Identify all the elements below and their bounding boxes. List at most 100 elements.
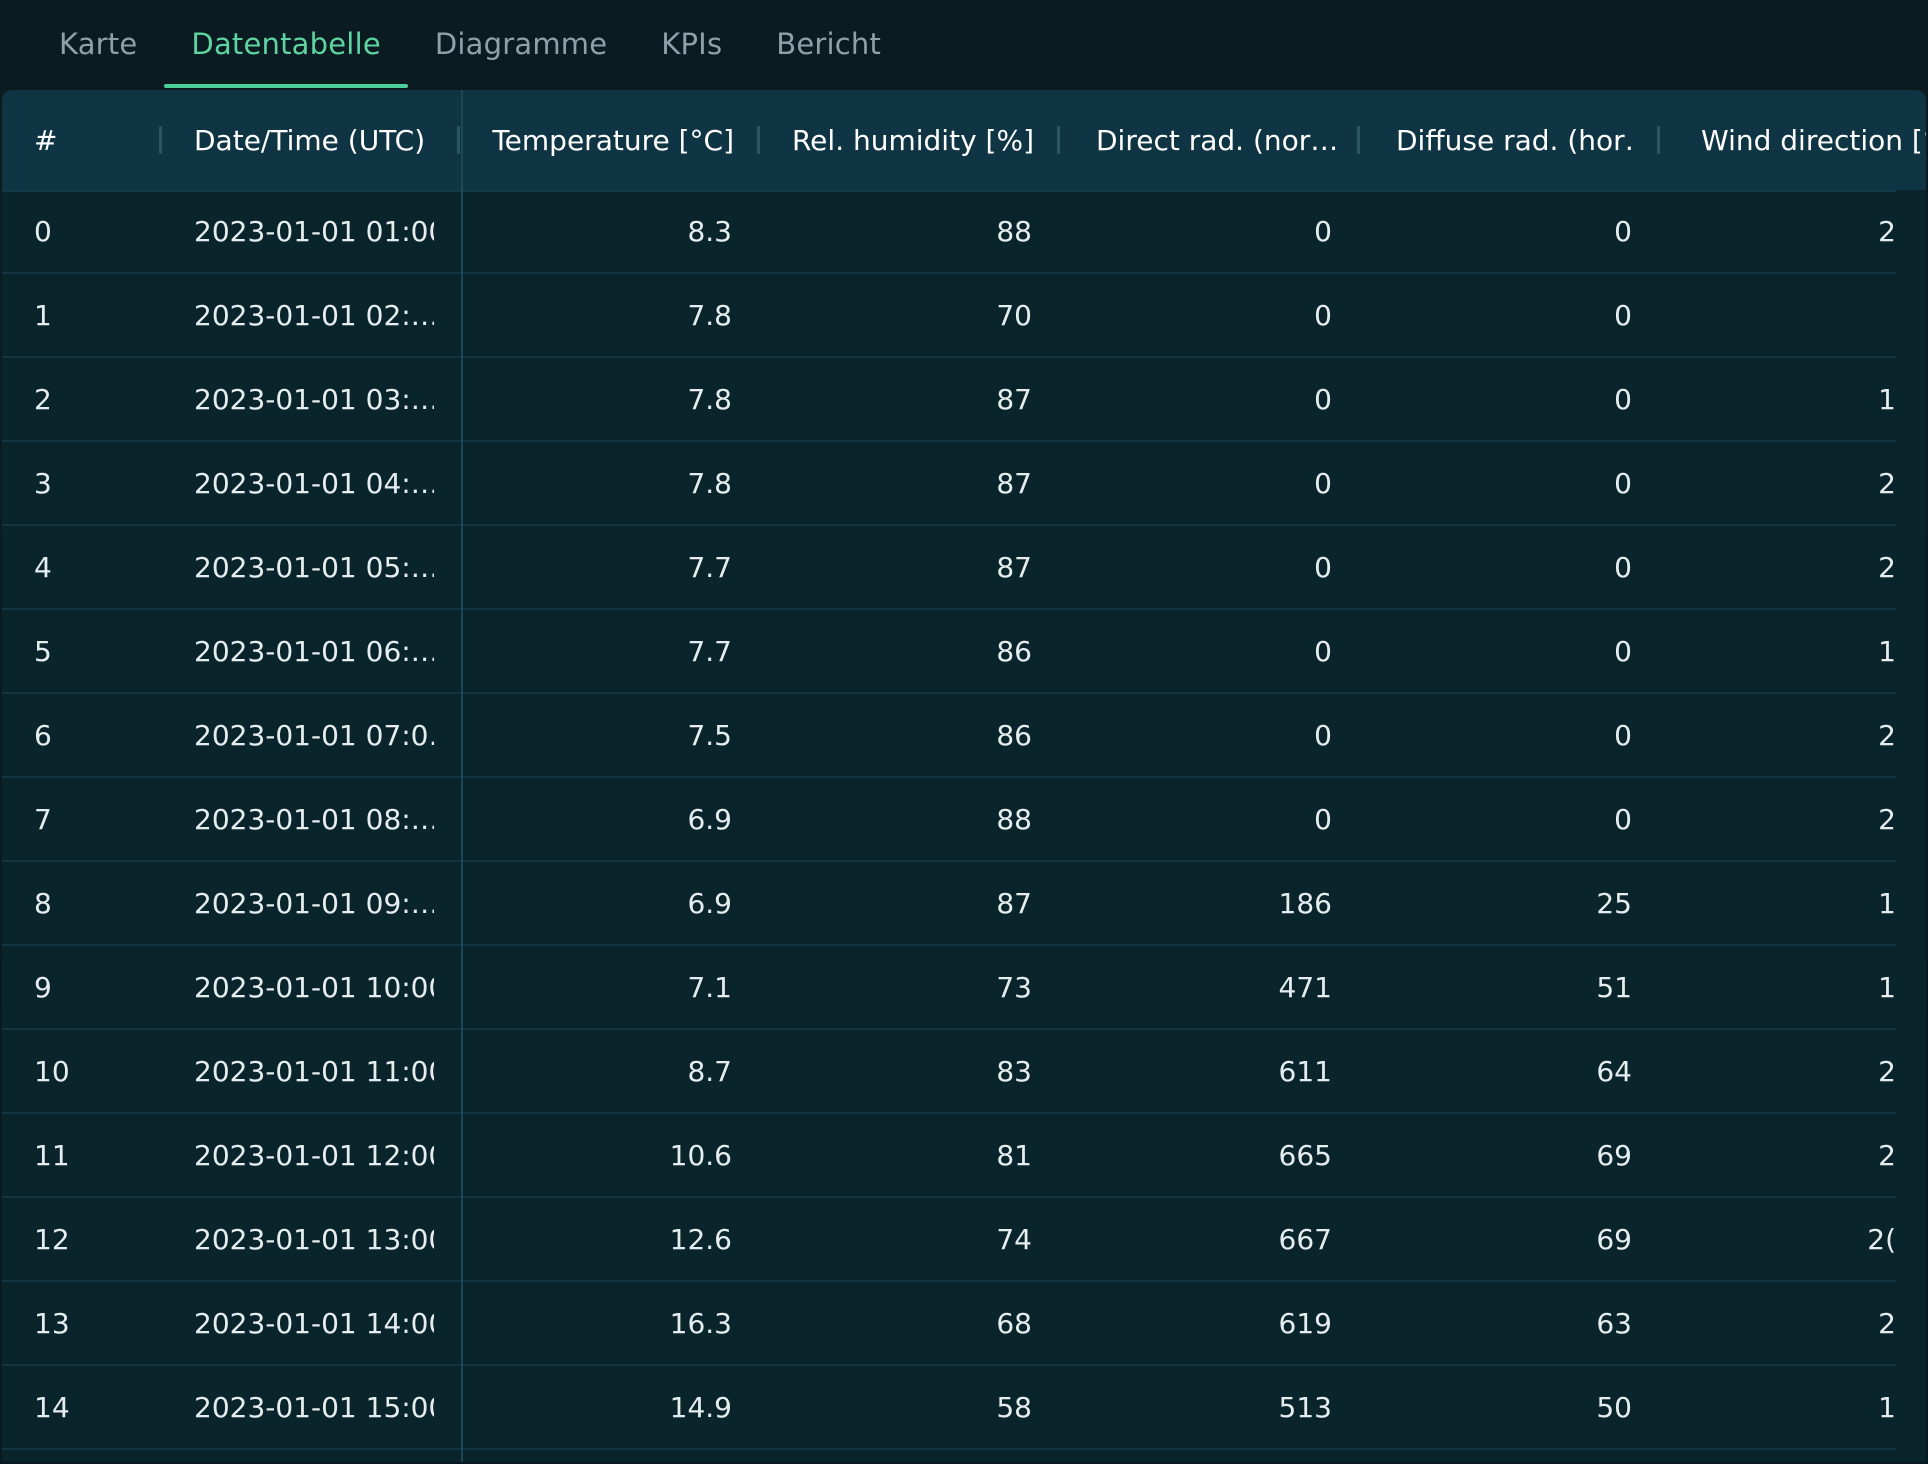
- cell-humidity: 70: [996, 298, 1032, 332]
- cell-datetime: 2023-01-01 07:0…: [194, 718, 434, 752]
- cell-datetime: 2023-01-01 13:00: [194, 1222, 434, 1256]
- table-row[interactable]: 14 2023-01-01 15:00 14.9 58 513 50 1: [2, 1366, 1896, 1450]
- tab-bericht[interactable]: Bericht: [749, 0, 908, 88]
- cell-diffuse-radiation: 0: [1614, 550, 1632, 584]
- cell-direct-radiation: 0: [1314, 214, 1332, 248]
- cell-humidity: 86: [996, 718, 1032, 752]
- cell-humidity: 73: [996, 970, 1032, 1004]
- table-row[interactable]: 11 2023-01-01 12:00 10.6 81 665 69 2: [2, 1114, 1896, 1198]
- cell-datetime: 2023-01-01 14:00: [194, 1306, 434, 1340]
- table-row[interactable]: 4 2023-01-01 05:… 7.7 87 0 0 2: [2, 526, 1896, 610]
- column-resize-handle[interactable]: [1057, 126, 1060, 154]
- cell-wind-direction: 1: [1878, 970, 1896, 1004]
- header-temperature[interactable]: Temperature [°C]: [472, 90, 734, 190]
- cell-humidity: 87: [996, 886, 1032, 920]
- table-row[interactable]: 8 2023-01-01 09:… 6.9 87 186 25 1: [2, 862, 1896, 946]
- tab-datentabelle[interactable]: Datentabelle: [164, 0, 409, 88]
- cell-index: 0: [34, 214, 52, 248]
- cell-direct-radiation: 665: [1278, 1138, 1332, 1172]
- cell-humidity: 86: [996, 634, 1032, 668]
- cell-index: 7: [34, 802, 52, 836]
- table-row[interactable]: 1 2023-01-01 02:… 7.8 70 0 0: [2, 274, 1896, 358]
- cell-datetime: 2023-01-01 08:…: [194, 802, 434, 836]
- cell-datetime: 2023-01-01 11:00: [194, 1054, 434, 1088]
- cell-direct-radiation: 513: [1278, 1390, 1332, 1424]
- cell-diffuse-radiation: 69: [1596, 1222, 1632, 1256]
- header-index[interactable]: #: [34, 90, 154, 190]
- table-body: 0 2023-01-01 01:00 8.3 88 0 0 2 1 2023-01-01 02:…: [2, 190, 1926, 1462]
- cell-datetime: 2023-01-01 09:…: [194, 886, 434, 920]
- table-row[interactable]: 0 2023-01-01 01:00 8.3 88 0 0 2: [2, 190, 1896, 274]
- cell-temperature: 12.6: [669, 1222, 732, 1256]
- header-datetime[interactable]: Date/Time (UTC): [194, 90, 444, 190]
- column-resize-handle[interactable]: [1657, 126, 1660, 154]
- tab-diagramme[interactable]: Diagramme: [408, 0, 634, 88]
- cell-direct-radiation: 0: [1314, 298, 1332, 332]
- cell-index: 9: [34, 970, 52, 1004]
- table-row[interactable]: 5 2023-01-01 06:… 7.7 86 0 0 1: [2, 610, 1896, 694]
- cell-wind-direction: 1: [1878, 1390, 1896, 1424]
- cell-diffuse-radiation: 0: [1614, 298, 1632, 332]
- cell-wind-direction: 2: [1878, 550, 1896, 584]
- table-row[interactable]: 3 2023-01-01 04:… 7.8 87 0 0 2: [2, 442, 1896, 526]
- table-row[interactable]: 7 2023-01-01 08:… 6.9 88 0 0 2: [2, 778, 1896, 862]
- cell-direct-radiation: 0: [1314, 382, 1332, 416]
- header-diffuse-radiation[interactable]: Diffuse rad. (hor…: [1396, 90, 1636, 190]
- tab-karte[interactable]: Karte: [32, 0, 164, 88]
- cell-temperature: 10.6: [669, 1138, 732, 1172]
- cell-temperature: 8.3: [687, 214, 732, 248]
- cell-humidity: 74: [996, 1222, 1032, 1256]
- header-wind-direction[interactable]: Wind direction [°]: [1701, 90, 1926, 190]
- column-resize-handle[interactable]: [1357, 126, 1360, 154]
- cell-temperature: 7.1: [687, 970, 732, 1004]
- cell-direct-radiation: 0: [1314, 466, 1332, 500]
- cell-wind-direction: 2: [1878, 214, 1896, 248]
- table-row[interactable]: 10 2023-01-01 11:00 8.7 83 611 64 2: [2, 1030, 1896, 1114]
- cell-humidity: 87: [996, 382, 1032, 416]
- cell-diffuse-radiation: 0: [1614, 382, 1632, 416]
- cell-temperature: 7.7: [687, 634, 732, 668]
- table-right-edge: [1896, 190, 1926, 1462]
- cell-diffuse-radiation: 64: [1596, 1054, 1632, 1088]
- cell-temperature: 7.8: [687, 298, 732, 332]
- cell-index: 13: [34, 1306, 70, 1340]
- cell-diffuse-radiation: 0: [1614, 634, 1632, 668]
- cell-wind-direction: 2: [1878, 802, 1896, 836]
- cell-temperature: 7.5: [687, 718, 732, 752]
- cell-diffuse-radiation: 0: [1614, 466, 1632, 500]
- table-row[interactable]: 6 2023-01-01 07:0… 7.5 86 0 0 2: [2, 694, 1896, 778]
- table-row[interactable]: 13 2023-01-01 14:00 16.3 68 619 63 2: [2, 1282, 1896, 1366]
- column-resize-handle[interactable]: [757, 126, 760, 154]
- cell-index: 8: [34, 886, 52, 920]
- cell-datetime: 2023-01-01 04:…: [194, 466, 434, 500]
- cell-wind-direction: 2: [1878, 1306, 1896, 1340]
- cell-index: 14: [34, 1390, 70, 1424]
- cell-humidity: 87: [996, 550, 1032, 584]
- cell-diffuse-radiation: 69: [1596, 1138, 1632, 1172]
- cell-wind-direction: 2: [1878, 718, 1896, 752]
- cell-index: 5: [34, 634, 52, 668]
- cell-diffuse-radiation: 25: [1596, 886, 1632, 920]
- cell-index: 12: [34, 1222, 70, 1256]
- cell-wind-direction: 2: [1878, 1054, 1896, 1088]
- cell-index: 2: [34, 382, 52, 416]
- table-row[interactable]: 12 2023-01-01 13:00 12.6 74 667 69 2(: [2, 1198, 1896, 1282]
- table-row[interactable]: 2 2023-01-01 03:… 7.8 87 0 0 1: [2, 358, 1896, 442]
- tab-kpis[interactable]: KPIs: [634, 0, 749, 88]
- cell-wind-direction: 1: [1878, 382, 1896, 416]
- cell-wind-direction: 1: [1878, 886, 1896, 920]
- pinned-column-divider: [461, 90, 463, 1462]
- cell-direct-radiation: 0: [1314, 634, 1332, 668]
- cell-direct-radiation: 0: [1314, 718, 1332, 752]
- column-resize-handle[interactable]: [159, 126, 162, 154]
- header-humidity[interactable]: Rel. humidity [%]: [772, 90, 1034, 190]
- cell-temperature: 7.7: [687, 550, 732, 584]
- cell-datetime: 2023-01-01 10:00: [194, 970, 434, 1004]
- cell-diffuse-radiation: 0: [1614, 718, 1632, 752]
- cell-diffuse-radiation: 63: [1596, 1306, 1632, 1340]
- app-window: Karte Datentabelle Diagramme KPIs Berich…: [0, 0, 1928, 1464]
- header-direct-radiation[interactable]: Direct rad. (nor…: [1096, 90, 1346, 190]
- column-resize-handle[interactable]: [457, 126, 460, 154]
- table-row[interactable]: 9 2023-01-01 10:00 7.1 73 471 51 1: [2, 946, 1896, 1030]
- cell-wind-direction: 2: [1878, 1138, 1896, 1172]
